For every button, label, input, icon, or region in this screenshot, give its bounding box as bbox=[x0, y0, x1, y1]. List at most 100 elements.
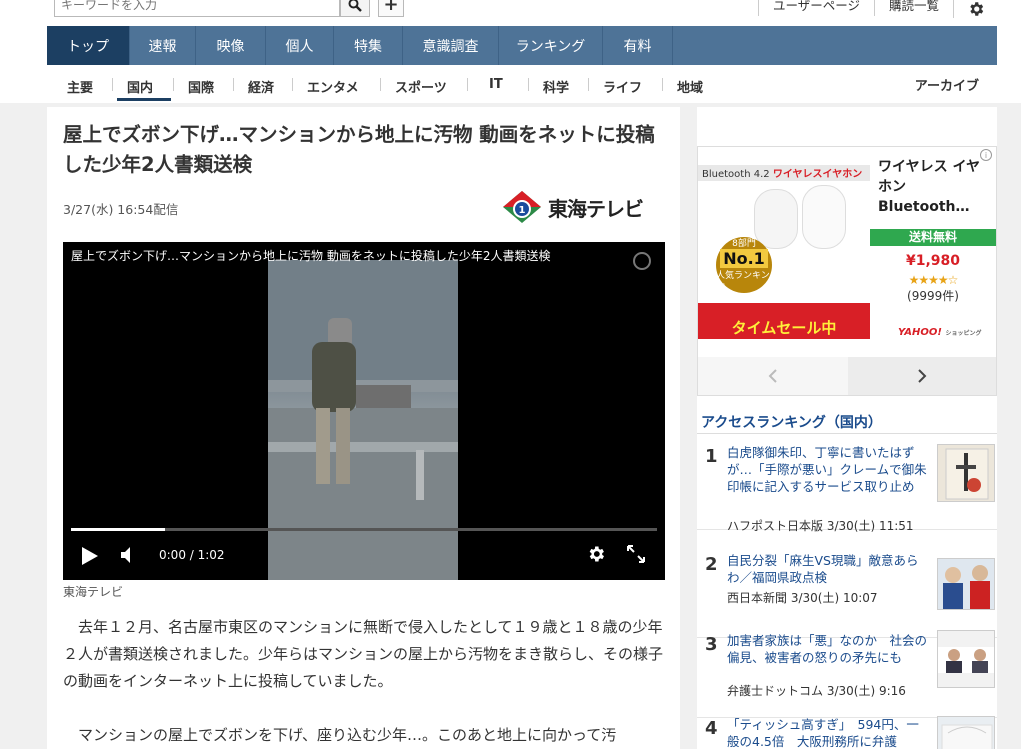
nav-individual[interactable]: 個人 bbox=[266, 26, 334, 65]
top-bar: + ユーザーページ 購読一覧 bbox=[0, 0, 1021, 26]
nav-top[interactable]: トップ bbox=[47, 26, 130, 65]
publisher-logo[interactable]: 1 東海テレビ bbox=[502, 190, 644, 224]
subnav-economy[interactable]: 経済 bbox=[248, 77, 274, 96]
ranking-title[interactable]: 自民分裂「麻生VS現職」敵意あらわ／福岡県政点検 bbox=[727, 552, 927, 586]
subnav-international[interactable]: 国際 bbox=[188, 77, 214, 96]
ranking-item[interactable]: 3 加害者家族は「悪」なのか 社会の偏見、被害者の怒りの矛先にも 弁護士ドットコ… bbox=[697, 628, 997, 718]
subnav-main[interactable]: 主要 bbox=[67, 77, 93, 96]
article-title: 屋上でズボン下げ…マンションから地上に汚物 動画をネットに投稿した少年2人書類送… bbox=[63, 123, 655, 176]
nav-news-flash[interactable]: 速報 bbox=[130, 26, 196, 65]
subnav-science[interactable]: 科学 bbox=[543, 77, 569, 96]
ranking-number: 1 bbox=[705, 446, 718, 467]
watermark-icon bbox=[633, 252, 651, 270]
subnav-domestic[interactable]: 国内 bbox=[127, 77, 153, 96]
add-button[interactable]: + bbox=[378, 0, 404, 17]
volume-icon[interactable] bbox=[120, 546, 138, 564]
play-icon[interactable] bbox=[81, 546, 99, 566]
ad-panel[interactable]: Bluetooth 4.2 ワイヤレスイヤホン 8部門 No.1 人気ランキング… bbox=[697, 146, 997, 396]
video-credit: 東海テレビ bbox=[63, 585, 124, 599]
ad-banner-left: Bluetooth 4.2 bbox=[702, 169, 770, 180]
chevron-right-icon bbox=[918, 369, 927, 383]
publisher-logo-text: 東海テレビ bbox=[548, 196, 644, 221]
archive-link[interactable]: アーカイブ bbox=[915, 75, 979, 94]
ad-image[interactable]: Bluetooth 4.2 ワイヤレスイヤホン 8部門 No.1 人気ランキング… bbox=[698, 165, 870, 339]
subnav-entertainment[interactable]: エンタメ bbox=[307, 77, 359, 96]
page-gutter bbox=[997, 103, 1021, 749]
ranking-item[interactable]: 1 白虎隊御朱印、丁寧に書いたはずが…「手際が悪い」クレームで御朱印帳に記入する… bbox=[697, 440, 997, 533]
video-progress-fill bbox=[71, 528, 165, 531]
ad-prev-button[interactable] bbox=[698, 357, 848, 395]
nav-ranking[interactable]: ランキング bbox=[499, 26, 603, 65]
fullscreen-icon[interactable] bbox=[626, 544, 646, 564]
article-body: 去年１２月、名古屋市東区のマンションに無断で侵入したとして１９歳と１８歳の少年２… bbox=[63, 614, 663, 749]
subnav-region[interactable]: 地域 bbox=[677, 77, 703, 96]
gear-icon bbox=[969, 2, 983, 16]
ranking-title[interactable]: 白虎隊御朱印、丁寧に書いたはずが…「手際が悪い」クレームで御朱印帳に記入するサー… bbox=[727, 444, 927, 495]
medal-top-text: 8部門 bbox=[732, 239, 756, 249]
nav-paid[interactable]: 有料 bbox=[603, 26, 673, 65]
plus-icon: + bbox=[383, 0, 399, 15]
review-count: (9999件) bbox=[907, 289, 959, 303]
svg-text:1: 1 bbox=[519, 205, 526, 216]
ranking-divider bbox=[697, 433, 997, 434]
ranking-thumbnail[interactable] bbox=[937, 444, 995, 502]
ranking-source: 西日本新聞 3/30(土) 10:07 bbox=[727, 591, 878, 605]
ranking-number: 3 bbox=[705, 634, 718, 655]
search-icon bbox=[348, 0, 362, 12]
ad-next-button[interactable] bbox=[848, 357, 996, 395]
video-player[interactable]: 屋上でズボン下げ…マンションから地上に汚物 動画をネットに投稿した少年2人書類送… bbox=[63, 242, 665, 580]
ranking-item[interactable]: 4 「ティッシュ高すぎ」 594円、一般の4.5倍 大阪刑務所に弁護 bbox=[697, 712, 997, 749]
nav-feature[interactable]: 特集 bbox=[334, 26, 403, 65]
user-page-link[interactable]: ユーザーページ bbox=[757, 0, 874, 16]
ranking-thumbnail[interactable] bbox=[937, 716, 995, 749]
rating-stars: ★★★★☆ bbox=[908, 273, 959, 287]
video-title: 屋上でズボン下げ…マンションから地上に汚物 動画をネットに投稿した少年2人書類送… bbox=[71, 249, 551, 263]
subnav-divider bbox=[173, 78, 174, 91]
subnav-divider bbox=[112, 78, 113, 91]
search-input[interactable] bbox=[54, 0, 340, 17]
medal-bottom-text: 人気ランキング bbox=[716, 271, 770, 294]
settings-button[interactable] bbox=[953, 0, 997, 18]
ranking-thumbnail[interactable] bbox=[937, 630, 995, 688]
ad-title[interactable]: ワイヤレス イヤホン Bluetooth… bbox=[878, 157, 990, 217]
yahoo-shopping-logo: YAHOO! ショッピング bbox=[898, 327, 982, 338]
tokai-tv-logo-icon: 1 bbox=[503, 191, 541, 223]
subscription-list-link[interactable]: 購読一覧 bbox=[873, 0, 953, 16]
ranking-number: 2 bbox=[705, 554, 718, 575]
subnav-divider bbox=[292, 78, 293, 91]
subnav-life[interactable]: ライフ bbox=[603, 77, 642, 96]
subnav-divider bbox=[467, 78, 468, 91]
subnav-divider bbox=[528, 78, 529, 91]
nav-video[interactable]: 映像 bbox=[196, 26, 266, 65]
video-progress-bar[interactable] bbox=[71, 528, 657, 531]
subnav-divider bbox=[380, 78, 381, 91]
ranking-source: ハフポスト日本版 3/30(土) 11:51 bbox=[727, 519, 914, 533]
medal-no1-text: No.1 bbox=[720, 249, 768, 268]
ad-sale-banner: タイムセール中 bbox=[698, 317, 870, 339]
ranking-source: 弁護士ドットコム 3/30(土) 9:16 bbox=[727, 684, 906, 698]
ad-price: ¥1,980 bbox=[905, 253, 961, 269]
video-settings-icon[interactable] bbox=[586, 544, 606, 564]
subnav-sports[interactable]: スポーツ bbox=[395, 77, 447, 96]
free-shipping-badge: 送料無料 bbox=[870, 229, 996, 246]
subnav-active-indicator bbox=[117, 98, 171, 101]
subnav-it[interactable]: IT bbox=[489, 77, 503, 92]
ranking-title[interactable]: 「ティッシュ高すぎ」 594円、一般の4.5倍 大阪刑務所に弁護 bbox=[727, 716, 927, 749]
main-nav: トップ 速報 映像 個人 特集 意識調査 ランキング 有料 bbox=[47, 26, 997, 65]
ad-banner-strip: Bluetooth 4.2 ワイヤレスイヤホン bbox=[698, 165, 870, 181]
page-gutter bbox=[680, 103, 697, 749]
subnav-divider bbox=[662, 78, 663, 91]
earbud-image bbox=[802, 185, 846, 249]
video-scene bbox=[268, 260, 458, 580]
subnav-divider bbox=[233, 78, 234, 91]
earbud-image bbox=[754, 189, 798, 249]
chevron-left-icon bbox=[768, 369, 777, 383]
ranking-heading[interactable]: アクセスランキング（国内） bbox=[701, 412, 882, 432]
ranking-item[interactable]: 2 自民分裂「麻生VS現職」敵意あらわ／福岡県政点検 西日本新聞 3/30(土)… bbox=[697, 548, 997, 638]
ranking-title[interactable]: 加害者家族は「悪」なのか 社会の偏見、被害者の怒りの矛先にも bbox=[727, 632, 927, 666]
ranking-thumbnail[interactable] bbox=[937, 558, 995, 610]
search-button[interactable] bbox=[340, 0, 370, 17]
nav-survey[interactable]: 意識調査 bbox=[403, 26, 499, 65]
user-links: ユーザーページ 購読一覧 bbox=[757, 0, 997, 20]
video-time: 0:00 / 1:02 bbox=[159, 548, 225, 562]
